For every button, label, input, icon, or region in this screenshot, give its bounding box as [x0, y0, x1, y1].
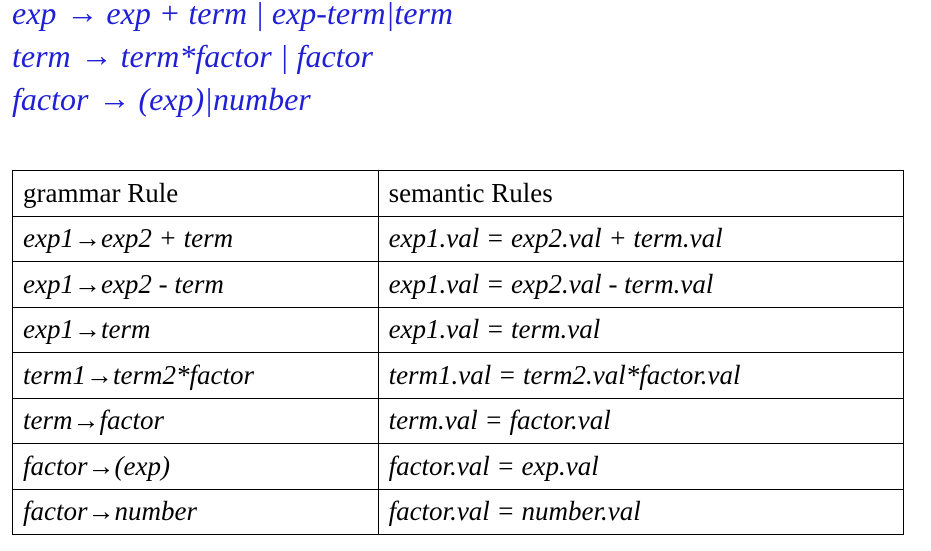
- arrow-icon: →: [98, 80, 131, 116]
- grammar-rule-cell: exp1→exp2 - term: [12, 261, 379, 308]
- grammar-rule-cell: exp1→exp2 + term: [12, 215, 379, 262]
- grammar-line-factor: factor → (exp)|number: [12, 78, 453, 121]
- grammar-rule-cell: term1→term2*factor: [12, 352, 379, 399]
- table-row: factor→number factor.val = number.val: [12, 488, 905, 535]
- grammar-rule-cell: exp1→term: [12, 306, 379, 353]
- semantic-rules-table: grammar Rule semantic Rules exp1→exp2 + …: [12, 170, 905, 535]
- semantic-rule-cell: factor.val = exp.val: [377, 443, 905, 490]
- grammar-rhs: exp + term | exp-term|term: [106, 0, 454, 31]
- grammar-lhs: factor: [12, 81, 89, 117]
- grammar-rhs: term*factor | factor: [120, 38, 373, 74]
- header-grammar-rule: grammar Rule: [12, 170, 379, 217]
- table-row: exp1→exp2 - term exp1.val = exp2.val - t…: [12, 261, 905, 308]
- grammar-lhs: term: [12, 38, 71, 74]
- semantic-rule-cell: exp1.val = term.val: [377, 306, 905, 353]
- semantic-rule-cell: exp1.val = exp2.val + term.val: [377, 215, 905, 262]
- table-header-row: grammar Rule semantic Rules: [12, 170, 905, 217]
- table-row: term→factor term.val = factor.val: [12, 397, 905, 444]
- table-row: term1→term2*factor term1.val = term2.val…: [12, 352, 905, 399]
- grammar-block: exp → exp + term | exp-term|term term → term…: [12, 0, 453, 121]
- grammar-line-exp: exp → exp + term | exp-term|term: [12, 0, 453, 35]
- arrow-icon: →: [80, 37, 113, 73]
- grammar-line-term: term → term*factor | factor: [12, 35, 453, 78]
- semantic-rule-cell: exp1.val = exp2.val - term.val: [377, 261, 905, 308]
- grammar-lhs: exp: [12, 0, 57, 31]
- arrow-icon: →: [66, 0, 99, 30]
- grammar-rhs: (exp)|number: [138, 81, 311, 117]
- table-row: exp1→term exp1.val = term.val: [12, 306, 905, 353]
- grammar-rule-cell: factor→number: [12, 488, 379, 535]
- semantic-rule-cell: factor.val = number.val: [377, 488, 905, 535]
- semantic-rule-cell: term.val = factor.val: [377, 397, 905, 444]
- header-semantic-rules: semantic Rules: [377, 170, 905, 217]
- grammar-rule-cell: factor→(exp): [12, 443, 379, 490]
- grammar-rule-cell: term→factor: [12, 397, 379, 444]
- table-row: factor→(exp) factor.val = exp.val: [12, 443, 905, 490]
- semantic-rule-cell: term1.val = term2.val*factor.val: [377, 352, 905, 399]
- table-row: exp1→exp2 + term exp1.val = exp2.val + t…: [12, 215, 905, 262]
